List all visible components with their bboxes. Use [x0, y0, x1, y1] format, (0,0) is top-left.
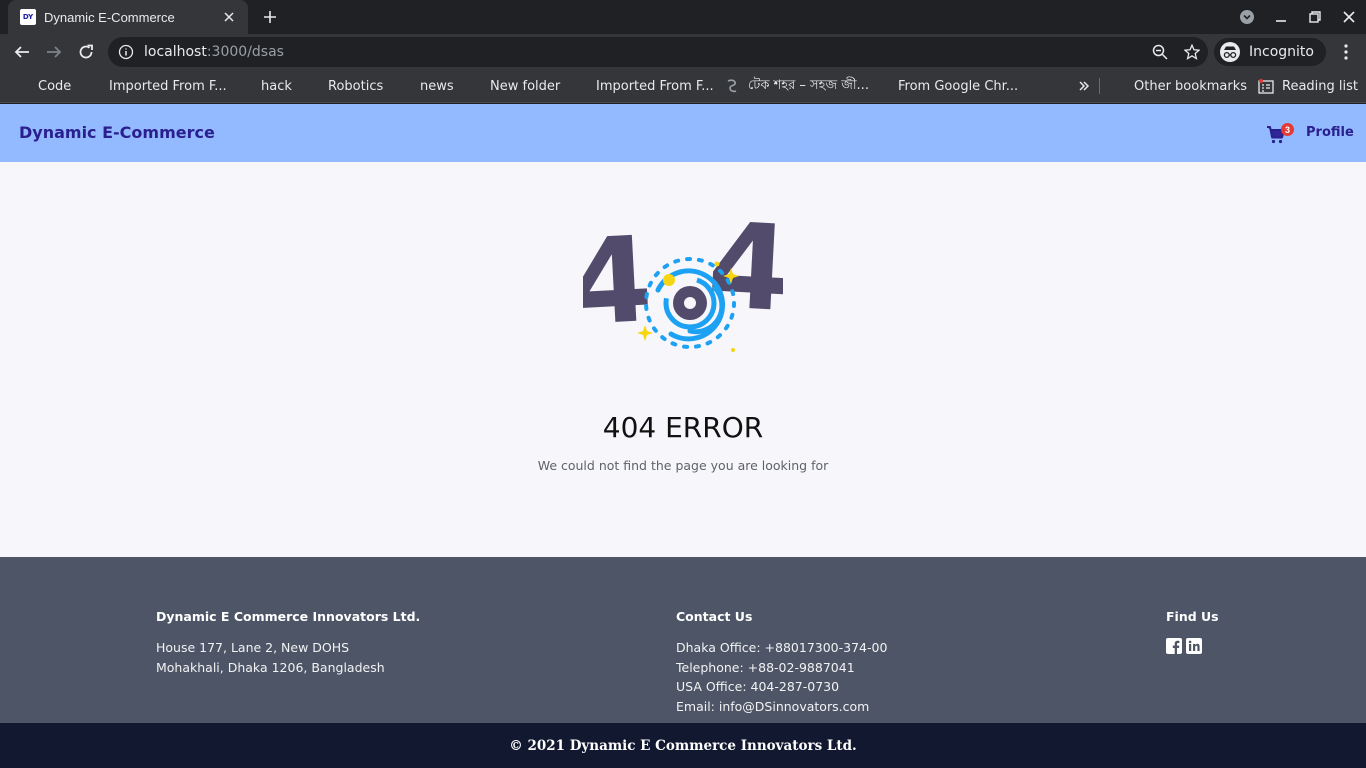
site-brand[interactable]: Dynamic E-Commerce	[19, 123, 215, 142]
url-host: localhost	[144, 44, 207, 60]
folder-icon	[238, 81, 252, 92]
incognito-label: Incognito	[1249, 44, 1314, 60]
address-bar[interactable]: localhost:3000/dsas	[108, 37, 1208, 67]
footer-address-line: House 177, Lane 2, New DOHS	[156, 640, 350, 655]
linkedin-icon[interactable]	[1186, 638, 1202, 654]
site-favicon-icon: DY	[20, 9, 36, 25]
url-text: localhost:3000/dsas	[144, 44, 284, 60]
bookmark-label: টেক শহর – সহজ জী...	[748, 77, 869, 93]
site-icon	[727, 79, 737, 93]
footer-company-heading: Dynamic E Commerce Innovators Ltd.	[156, 609, 421, 624]
swirl-zero	[644, 257, 736, 349]
footer-contact-line: Telephone: +88-02-9887041	[676, 659, 855, 675]
bookmark-folder[interactable]: New folder	[466, 70, 560, 102]
sparkle-dot	[663, 274, 675, 286]
reload-icon[interactable]	[72, 38, 100, 66]
bookmark-label: news	[420, 78, 454, 94]
browser-tab-strip: DY Dynamic E-Commerce	[0, 0, 1366, 34]
bookmark-label: Code	[38, 78, 72, 94]
folder-icon	[305, 81, 319, 92]
folder-icon	[86, 81, 100, 92]
new-tab-icon[interactable]	[258, 5, 282, 29]
site-footer: Dynamic E Commerce Innovators Ltd. House…	[0, 557, 1366, 723]
bookmark-label: hack	[261, 78, 292, 94]
bookmark-folder[interactable]: Code	[14, 70, 71, 102]
bookmark-folder[interactable]: Imported From F...	[85, 70, 227, 102]
footer-company: Dynamic E Commerce Innovators Ltd. House…	[156, 609, 420, 677]
bookmark-folder[interactable]: From Google Chr...	[874, 70, 1018, 102]
other-bookmarks-label: Other bookmarks	[1134, 78, 1248, 94]
error-title: 404 ERROR	[602, 411, 764, 444]
footer-find-us: Find Us	[1166, 609, 1219, 654]
forward-icon[interactable]	[40, 38, 68, 66]
reading-list-label: Reading list	[1282, 78, 1358, 94]
bookmark-label: New folder	[490, 78, 561, 94]
bookmark-label: Imported From F...	[109, 78, 227, 94]
site-navbar: Dynamic E-Commerce 3 Profile	[0, 104, 1366, 162]
cart-count-badge: 3	[1281, 123, 1294, 136]
folder-icon	[1111, 81, 1125, 92]
tab-title: Dynamic E-Commerce	[44, 9, 175, 25]
bookmarks-overflow-icon[interactable]	[1078, 70, 1090, 102]
restore-icon[interactable]	[1298, 0, 1332, 34]
minimize-icon[interactable]	[1264, 0, 1298, 34]
close-tab-icon[interactable]	[220, 8, 238, 26]
reading-list[interactable]: Reading list	[1258, 70, 1358, 102]
site-info-icon[interactable]	[118, 44, 134, 60]
incognito-icon	[1220, 42, 1240, 62]
bookmark-label: Robotics	[328, 78, 384, 94]
footer-contact-line[interactable]: Email: info@DSinnovators.com	[676, 697, 887, 717]
bookmarks-bar: Code Imported From F... hack Robotics ne…	[0, 70, 1366, 103]
footer-contact-line: Dhaka Office: +88017300-374-00	[676, 640, 888, 655]
folder-icon	[573, 81, 587, 92]
close-window-icon[interactable]	[1332, 0, 1366, 34]
footer-copyright: © 2021 Dynamic E Commerce Innovators Ltd…	[0, 723, 1366, 768]
url-path: :3000/dsas	[206, 44, 284, 60]
folder-icon	[15, 81, 29, 92]
cart-button[interactable]: 3	[1266, 122, 1294, 146]
footer-contact: Contact Us Dhaka Office: +88017300-374-0…	[676, 609, 887, 716]
incognito-profile-button[interactable]: Incognito	[1214, 38, 1326, 66]
bookmarks-separator	[1099, 78, 1100, 94]
page-viewport: Dynamic E-Commerce 3 Profile 4 4 404 ERR…	[0, 104, 1366, 768]
reading-list-icon	[1258, 78, 1274, 94]
bookmark-folder[interactable]: news	[396, 70, 454, 102]
profile-link[interactable]: Profile	[1306, 125, 1354, 140]
folder-icon	[875, 81, 889, 92]
browser-menu-icon[interactable]	[1334, 38, 1358, 66]
folder-icon	[467, 81, 481, 92]
footer-find-heading: Find Us	[1166, 609, 1219, 624]
other-bookmarks[interactable]: Other bookmarks	[1110, 70, 1247, 102]
footer-address-line: Mohakhali, Dhaka 1206, Bangladesh	[156, 659, 385, 675]
bookmark-label: From Google Chr...	[898, 78, 1019, 94]
footer-contact-heading: Contact Us	[676, 609, 753, 624]
bookmark-site[interactable]: টেক শহর – সহজ জী...	[724, 70, 869, 102]
browser-toolbar: localhost:3000/dsas Incognito	[0, 34, 1366, 70]
back-icon[interactable]	[8, 38, 36, 66]
tab-search-icon[interactable]	[1230, 0, 1264, 34]
bookmark-folder[interactable]: Imported From F...	[572, 70, 714, 102]
browser-tab[interactable]: DY Dynamic E-Commerce	[8, 0, 248, 34]
facebook-icon[interactable]	[1166, 638, 1182, 654]
folder-icon	[397, 81, 411, 92]
footer-contact-line: USA Office: 404-287-0730	[676, 679, 840, 694]
bookmark-folder[interactable]: hack	[237, 70, 292, 102]
error-message: We could not find the page you are looki…	[537, 458, 829, 473]
error-404-illustration: 4 4	[583, 210, 783, 352]
zoom-icon[interactable]	[1144, 37, 1176, 67]
bookmark-folder[interactable]: Robotics	[304, 70, 383, 102]
bookmark-label: Imported From F...	[596, 78, 714, 94]
bookmark-star-icon[interactable]	[1176, 37, 1208, 67]
